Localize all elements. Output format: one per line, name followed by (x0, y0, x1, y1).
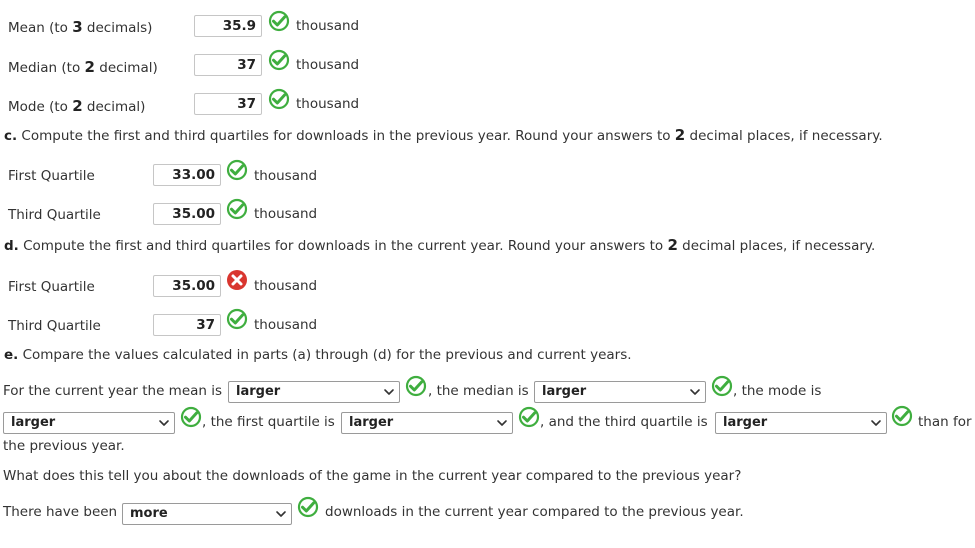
mean-compare-select[interactable]: larger (228, 381, 400, 403)
c-third-quartile-unit: thousand (254, 206, 318, 222)
check-icon (518, 406, 540, 428)
d-third-quartile-unit: thousand (254, 317, 318, 333)
check-icon (268, 49, 290, 71)
sentence-q3-text: , and the third quartile is (540, 414, 708, 430)
question-text: What does this tell you about the downlo… (3, 468, 742, 484)
check-icon (226, 159, 248, 181)
c-first-quartile-label: First Quartile (8, 168, 95, 184)
median-compare-select[interactable]: larger (534, 381, 706, 403)
check-icon (711, 375, 733, 397)
sentence-there-have-been-text: There have been (3, 504, 118, 520)
check-icon (226, 308, 248, 330)
chevron-down-icon (690, 389, 700, 395)
d-third-quartile-label: Third Quartile (8, 318, 101, 334)
mean-unit: thousand (296, 18, 360, 34)
c-first-quartile-unit: thousand (254, 168, 318, 184)
chevron-down-icon (497, 420, 507, 426)
chevron-down-icon (276, 511, 286, 517)
sentence-q1-text: , the first quartile is (202, 414, 335, 430)
c-first-quartile-input[interactable]: 33.00 (153, 164, 221, 186)
median-unit: thousand (296, 57, 360, 73)
sentence-median-text: , the median is (428, 383, 529, 399)
mode-label: Mode (to 2 decimal) (8, 97, 146, 115)
chevron-down-icon (159, 420, 169, 426)
x-icon (227, 270, 247, 290)
check-icon (405, 375, 427, 397)
check-icon (268, 10, 290, 32)
d-first-quartile-label: First Quartile (8, 279, 95, 295)
mean-input[interactable]: 35.9 (194, 15, 262, 37)
mean-label: Mean (to 3 decimals) (8, 18, 153, 36)
mode-input[interactable]: 37 (194, 93, 262, 115)
mode-unit: thousand (296, 96, 360, 112)
median-label: Median (to 2 decimal) (8, 58, 158, 76)
part-c-instruction: c. Compute the first and third quartiles… (4, 126, 883, 144)
c-third-quartile-label: Third Quartile (8, 207, 101, 223)
median-input[interactable]: 37 (194, 54, 262, 76)
sentence-mean-text: For the current year the mean is (3, 383, 223, 399)
d-first-quartile-input[interactable]: 35.00 (153, 275, 221, 297)
check-icon (891, 405, 913, 427)
c-third-quartile-input[interactable]: 35.00 (153, 203, 221, 225)
q1-compare-select[interactable]: larger (341, 412, 513, 434)
check-icon (180, 406, 202, 428)
downloads-compare-select[interactable]: more (122, 503, 292, 525)
d-third-quartile-input[interactable]: 37 (153, 314, 221, 336)
check-icon (268, 88, 290, 110)
sentence-downloads-text: downloads in the current year compared t… (325, 504, 744, 520)
d-first-quartile-unit: thousand (254, 278, 318, 294)
part-d-instruction: d. Compute the first and third quartiles… (4, 236, 876, 254)
q3-compare-select[interactable]: larger (715, 412, 887, 434)
check-icon (226, 198, 248, 220)
sentence-previous-year-text: the previous year. (3, 438, 125, 454)
part-e-instruction: e. Compare the values calculated in part… (4, 347, 632, 363)
chevron-down-icon (871, 420, 881, 426)
sentence-mode-text: , the mode is (733, 383, 822, 399)
check-icon (297, 496, 319, 518)
chevron-down-icon (384, 389, 394, 395)
sentence-than-for-text: than for (918, 414, 972, 430)
mode-compare-select[interactable]: larger (3, 412, 175, 434)
